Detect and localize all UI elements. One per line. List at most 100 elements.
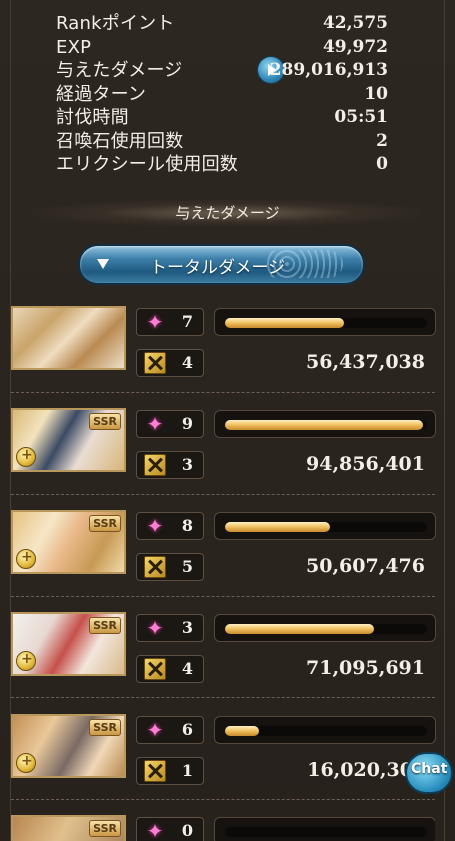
- damage-bar-fill: [225, 624, 375, 634]
- character-portrait[interactable]: SSR: [11, 408, 126, 472]
- ability-count: 8: [181, 516, 193, 535]
- coin-icon: [16, 447, 36, 467]
- damage-bar: [214, 716, 436, 744]
- damage-value: 94,856,401: [306, 453, 425, 475]
- character-portrait[interactable]: SSR: [11, 815, 126, 841]
- ability-count-badge: ✦ 7: [136, 308, 204, 336]
- coin-icon: [16, 651, 36, 671]
- character-portrait[interactable]: [11, 306, 126, 370]
- damage-bar: [214, 308, 436, 336]
- stat-label: 召喚石使用回数: [56, 130, 184, 152]
- stat-summon-uses: 召喚石使用回数 2: [56, 130, 388, 154]
- special-count-badge: 4: [136, 349, 204, 377]
- crossed-swords-icon: [144, 454, 166, 476]
- special-count-badge: 5: [136, 553, 204, 581]
- star-icon: ✦: [146, 616, 164, 640]
- ability-count-badge: ✦ 9: [136, 410, 204, 438]
- character-portrait[interactable]: SSR: [11, 714, 126, 778]
- crossed-swords-icon: [144, 658, 166, 680]
- stat-time: 討伐時間 05:51: [56, 106, 388, 130]
- damage-bar-fill: [225, 522, 331, 532]
- chat-button[interactable]: Chat: [405, 752, 453, 794]
- damage-value: 71,095,691: [306, 657, 425, 679]
- ability-count-badge: ✦ 8: [136, 512, 204, 540]
- crossed-swords-icon: [144, 352, 166, 374]
- party-member-row: SSR ✦ 9 3 94,856,401: [11, 408, 436, 508]
- damage-bar-fill: [225, 420, 423, 430]
- dropdown-ornament: [263, 250, 343, 278]
- damage-bar: [214, 410, 436, 438]
- rarity-badge: SSR: [89, 413, 121, 430]
- stat-damage-dealt: 与えたダメージ 289,016,913: [56, 57, 388, 83]
- stat-rank-points: Rankポイント 42,575: [56, 12, 388, 36]
- star-icon: ✦: [146, 310, 164, 334]
- stat-value: 0: [376, 154, 388, 174]
- stat-label: 与えたダメージ: [56, 60, 183, 81]
- ability-count: 9: [181, 414, 193, 433]
- character-portrait[interactable]: SSR: [11, 510, 126, 574]
- damage-bar: [214, 817, 435, 841]
- special-count-badge: 3: [136, 451, 204, 479]
- special-count: 4: [181, 353, 193, 372]
- rarity-badge: SSR: [89, 617, 121, 634]
- stat-elixir-uses: エリクシール使用回数 0: [56, 153, 388, 177]
- special-count-badge: 1: [136, 757, 204, 785]
- stat-exp: EXP 49,972: [56, 36, 388, 60]
- ability-count-badge: ✦ 0: [136, 817, 204, 841]
- rarity-badge: SSR: [89, 820, 121, 837]
- ability-count: 0: [181, 821, 193, 840]
- stat-value: 05:51: [334, 107, 388, 127]
- special-count: 1: [181, 761, 193, 780]
- row-divider: [11, 596, 435, 597]
- stat-value: 289,016,913: [269, 60, 388, 80]
- chat-label: Chat: [411, 761, 448, 777]
- stat-label: Rankポイント: [56, 13, 175, 34]
- damage-bar-fill: [225, 318, 345, 328]
- rarity-badge: SSR: [89, 719, 121, 736]
- special-count-badge: 4: [136, 655, 204, 683]
- coin-icon: [16, 549, 36, 569]
- damage-value: 16,020,30: [307, 759, 413, 781]
- stat-turns: 経過ターン 10: [56, 83, 388, 107]
- star-icon: ✦: [146, 819, 164, 841]
- special-count: 4: [181, 659, 193, 678]
- star-icon: ✦: [146, 718, 164, 742]
- special-count: 3: [181, 455, 193, 474]
- ability-count-badge: ✦ 6: [136, 716, 204, 744]
- stat-value: 10: [364, 83, 388, 104]
- damage-bar-fill: [225, 726, 260, 736]
- stat-label: 討伐時間: [56, 107, 129, 128]
- ability-count: 3: [181, 618, 193, 637]
- stat-value: 42,575: [322, 13, 388, 33]
- stat-label: エリクシール使用回数: [56, 154, 238, 175]
- damage-value: 50,607,476: [306, 555, 425, 577]
- stat-label: 経過ターン: [56, 83, 147, 105]
- party-member-row: ✦ 7 4 56,437,038: [11, 306, 436, 406]
- row-divider: [11, 392, 435, 393]
- stat-value: 49,972: [322, 36, 388, 57]
- section-header: 与えたダメージ: [30, 199, 425, 227]
- character-portrait[interactable]: SSR: [11, 612, 126, 676]
- rarity-badge: SSR: [89, 515, 121, 532]
- ability-count: 7: [181, 312, 193, 331]
- ability-count: 6: [181, 720, 193, 739]
- damage-bar: [214, 512, 436, 540]
- ability-count-badge: ✦ 3: [136, 614, 204, 642]
- special-count: 5: [181, 557, 193, 576]
- star-icon: ✦: [146, 412, 164, 436]
- crossed-swords-icon: [144, 760, 166, 782]
- damage-value: 56,437,038: [306, 351, 425, 373]
- row-divider: [11, 494, 435, 495]
- stat-label: EXP: [56, 36, 92, 58]
- row-divider: [11, 697, 435, 698]
- row-divider: [11, 799, 435, 800]
- triangle-down-icon: [97, 259, 109, 269]
- damage-bar: [214, 614, 436, 642]
- star-icon: ✦: [146, 514, 164, 538]
- section-title: 与えたダメージ: [175, 204, 280, 222]
- damage-type-dropdown[interactable]: トータルダメージ: [80, 246, 363, 283]
- party-member-row: SSR ✦ 8 5 50,607,476: [11, 510, 436, 610]
- party-member-row: SSR ✦ 0: [11, 815, 435, 841]
- stat-value: 2: [376, 130, 388, 151]
- coin-icon: [16, 753, 36, 773]
